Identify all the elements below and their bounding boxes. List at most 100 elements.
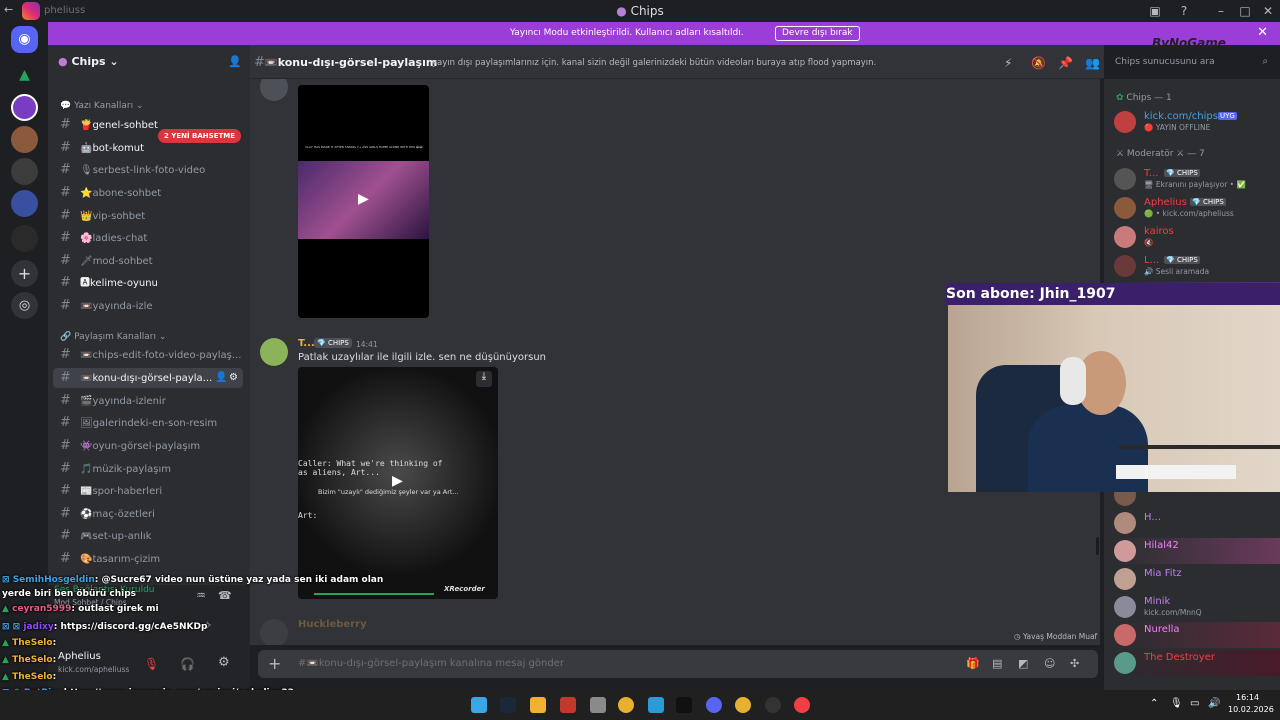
scrollbar-thumb[interactable] xyxy=(1096,537,1099,555)
inbox-icon[interactable]: ▣ xyxy=(1147,3,1163,19)
category-text-channels[interactable]: 💬 Yazı Kanalları ⌄ xyxy=(60,101,144,111)
member-lower-5[interactable]: Minik kick.com/MnnQ xyxy=(1114,594,1280,620)
message-author[interactable]: T... xyxy=(298,338,315,349)
sticker-icon[interactable]: ◩ xyxy=(1018,657,1028,670)
play-icon[interactable]: ▶ xyxy=(392,473,403,489)
app-icon[interactable] xyxy=(590,697,606,713)
threads-icon[interactable]: ⚡ xyxy=(1004,56,1012,70)
overlay-chat-line: ▲ TheSelo: xyxy=(2,672,57,682)
download-icon[interactable]: ⤓ xyxy=(476,371,492,387)
channel-topic[interactable]: yayın dışı paylaşımlarınız için. kanal s… xyxy=(432,58,876,68)
search-input[interactable]: Chips sunucusunu ara ⌕ xyxy=(1109,53,1273,71)
channel-invite-icon[interactable]: 👤 xyxy=(215,368,227,388)
help-icon[interactable]: ? xyxy=(1176,3,1192,19)
network-icon[interactable]: ▭ xyxy=(1190,698,1199,709)
video-attachment-2[interactable]: Caller: What we're thinking of as aliens… xyxy=(298,367,498,599)
overlay-chat-line: ⊠ SemihHosgeldin: @Sucre67 video nun üst… xyxy=(2,575,384,585)
member-name: Mia Fitz xyxy=(1144,568,1182,579)
server-icon-triangle[interactable]: ▲ xyxy=(11,62,38,89)
server-icon-5[interactable] xyxy=(11,225,38,252)
member-lower-3[interactable]: Hilal42 xyxy=(1114,538,1280,564)
steam-icon[interactable] xyxy=(500,697,516,713)
obs-icon[interactable] xyxy=(765,697,781,713)
member-mod-4[interactable]: L... 💎 CHIPS 🔊 Sesli aramada xyxy=(1114,253,1280,279)
channel-kelime-oyunu[interactable]: # 🅰kelime-oyunu xyxy=(53,273,243,293)
explorer-icon[interactable] xyxy=(530,697,546,713)
discord-home-icon[interactable]: ◉ xyxy=(11,26,38,53)
server-icon-2[interactable] xyxy=(11,126,38,153)
channel-yayinda-izlenir[interactable]: # 🎬yayında-izlenir xyxy=(53,391,243,411)
gif-icon[interactable]: ▤ xyxy=(992,657,1002,670)
members-icon[interactable]: 👥 xyxy=(1085,56,1100,70)
banner-close-icon[interactable]: ✕ xyxy=(1257,25,1268,40)
channel-mod-sohbet[interactable]: # 🗡mod-sohbet xyxy=(53,251,243,271)
channel-vip-sohbet[interactable]: # 👑vip-sohbet xyxy=(53,206,243,226)
member-mod-3[interactable]: kairos 🔇 xyxy=(1114,224,1280,250)
channel-galerindeki[interactable]: # 🖼galerindeki-en-son-resim xyxy=(53,413,243,433)
channel-bot-komut[interactable]: # 🤖bot-komut xyxy=(53,138,243,158)
member-name: L... xyxy=(1144,255,1160,266)
emoji-icon[interactable]: ☺ xyxy=(1044,657,1055,670)
disable-streamer-mode-button[interactable]: Devre dışı bırak xyxy=(775,26,860,41)
discover-icon[interactable]: ◎ xyxy=(11,292,38,319)
channel-ladies-chat[interactable]: # 🌸ladies-chat xyxy=(53,228,243,248)
clock-date[interactable]: 10.02.2026 xyxy=(1228,705,1274,714)
invite-icon[interactable]: 👤 xyxy=(228,55,242,68)
volume-icon[interactable]: 🔊 xyxy=(1208,698,1220,709)
minimize-icon[interactable]: – xyxy=(1213,3,1229,19)
member-owner[interactable]: kick.com/chips UYG 🔴 YAYIN OFFLINE xyxy=(1114,109,1280,135)
apps-icon[interactable]: ✣ xyxy=(1070,657,1079,670)
clock-time[interactable]: 16:14 xyxy=(1236,693,1259,702)
channel-mac-ozetleri[interactable]: # ⚽maç-özetleri xyxy=(53,504,243,524)
member-lower-6[interactable]: Nurella xyxy=(1114,622,1280,648)
channel-yayinda-izle[interactable]: # 📼yayında-izle xyxy=(53,296,243,316)
server-name-header[interactable]: ● Chips ⌄ xyxy=(58,55,119,68)
channel-chips-edit[interactable]: # 📼chips-edit-foto-video-paylaş... xyxy=(53,345,243,365)
member-mod-1[interactable]: T... 💎 CHIPS 🖥 Ekranını paylaşıyor • ✅ xyxy=(1114,166,1280,192)
video-attachment-1[interactable]: CLAY HAS MADE IT AFTER TAKING 7+ ASS GIR… xyxy=(298,85,429,318)
avatar xyxy=(1114,512,1136,534)
channel-muzik[interactable]: # 🎵müzik-paylaşım xyxy=(53,459,243,479)
chrome-icon[interactable] xyxy=(618,697,634,713)
tray-chevron-icon[interactable]: ⌃ xyxy=(1150,698,1158,709)
member-lower-2[interactable]: H... xyxy=(1114,510,1280,536)
server-icon-chips[interactable] xyxy=(11,94,38,121)
avatar[interactable] xyxy=(260,79,288,101)
close-window-icon[interactable]: ✕ xyxy=(1260,3,1276,19)
avatar xyxy=(1114,652,1136,674)
mute-notifications-icon[interactable]: 🔕 xyxy=(1031,56,1046,70)
member-lower-7[interactable]: The Destroyer xyxy=(1114,650,1280,676)
member-lower-4[interactable]: Mia Fitz xyxy=(1114,566,1280,592)
category-share-channels[interactable]: 🔗 Paylaşım Kanalları ⌄ xyxy=(60,332,166,342)
mic-icon[interactable]: 🎙 xyxy=(1170,698,1183,709)
app-icon[interactable] xyxy=(560,697,576,713)
avatar xyxy=(1114,111,1136,133)
maximize-icon[interactable]: □ xyxy=(1237,3,1253,19)
member-name: Hilal42 xyxy=(1144,540,1179,551)
channel-tasarim[interactable]: # 🎨tasarım-çizim xyxy=(53,549,243,569)
pin-icon[interactable]: 📌 xyxy=(1058,56,1073,70)
video2-brand: XRecorder xyxy=(444,585,485,593)
channel-serbest-link[interactable]: # 🎙serbest-link-foto-video xyxy=(53,160,243,180)
avatar[interactable] xyxy=(260,338,288,366)
channel-genel-sohbet[interactable]: # 🍟genel-sohbet xyxy=(53,115,243,135)
channel-konu-disi-active[interactable]: # 📼konu-dışı-görsel-payla... 👤 ⚙ xyxy=(53,368,243,388)
start-icon[interactable] xyxy=(471,697,487,713)
app-icon[interactable] xyxy=(676,697,692,713)
channel-oyun-gorsel[interactable]: # 👾oyun-görsel-paylaşım xyxy=(53,436,243,456)
channel-abone-sohbet[interactable]: # ⭐abone-sohbet xyxy=(53,183,243,203)
app-icon[interactable] xyxy=(648,697,664,713)
overlay-chat-line: ⊠ ⊠ jadixy: https://discord.gg/cAe5NKDp xyxy=(2,622,208,632)
add-server-icon[interactable]: + xyxy=(11,260,38,287)
channel-spor[interactable]: # 📰spor-haberleri xyxy=(53,481,243,501)
channel-set-up[interactable]: # 🎮set-up-anlık xyxy=(53,526,243,546)
gift-icon[interactable]: 🎁 xyxy=(966,657,980,670)
member-mod-2[interactable]: Aphelius 💎 CHIPS 🟢 • kick.com/apheliuss xyxy=(1114,195,1280,221)
server-icon-4[interactable] xyxy=(11,190,38,217)
play-icon[interactable]: ▶ xyxy=(358,191,369,207)
channel-settings-icon[interactable]: ⚙ xyxy=(229,368,238,388)
server-icon-3[interactable] xyxy=(11,158,38,185)
app-icon[interactable] xyxy=(794,697,810,713)
chrome-icon[interactable] xyxy=(735,697,751,713)
discord-taskbar-icon[interactable] xyxy=(706,697,722,713)
